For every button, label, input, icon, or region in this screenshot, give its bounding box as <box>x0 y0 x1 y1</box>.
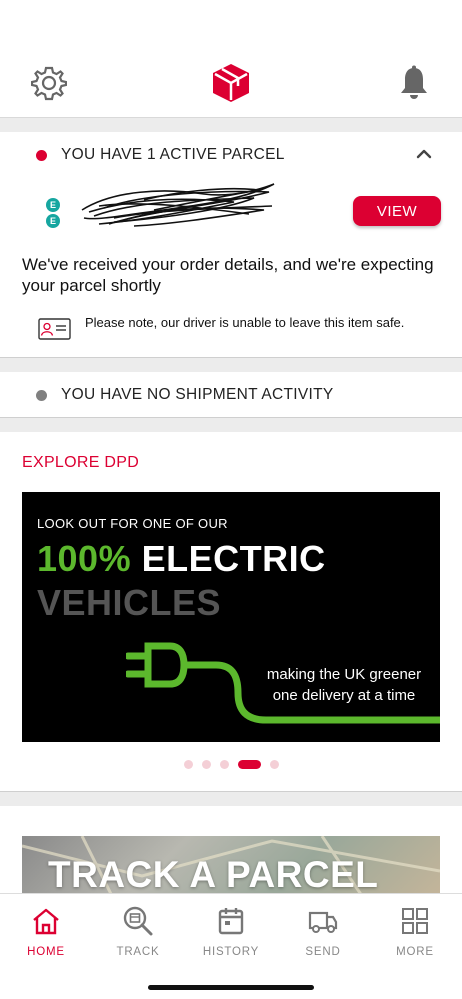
banner-highlight: 100% <box>37 538 132 579</box>
banner-tagline-1: making the UK greener <box>266 666 422 683</box>
carousel-dot[interactable] <box>219 760 229 769</box>
view-parcel-button[interactable]: VIEW <box>353 196 441 226</box>
banner-tagline-2: one delivery at a time <box>272 687 416 704</box>
status-dot <box>36 149 47 161</box>
carousel-dot[interactable] <box>183 760 193 769</box>
delivery-note-text: Please note, our driver is unable to lea… <box>85 315 405 330</box>
shipment-status-text: YOU HAVE NO SHIPMENT ACTIVITY <box>61 386 334 403</box>
active-parcel-card: YOU HAVE 1 ACTIVE PARCEL E E VIEW We've … <box>0 132 462 358</box>
tab-track[interactable]: TRACK <box>98 906 178 958</box>
tab-history-label: HISTORY <box>202 946 260 958</box>
explore-title: EXPLORE DPD <box>22 454 140 471</box>
banner-headline: 100% ELECTRIC <box>37 538 326 580</box>
banner-electric: ELECTRIC <box>141 538 326 579</box>
home-icon <box>33 908 59 935</box>
tab-history[interactable]: HISTORY <box>191 906 271 958</box>
carousel-indicator <box>0 760 462 769</box>
calendar-icon <box>218 908 244 935</box>
tab-track-label: TRACK <box>116 946 160 958</box>
electric-vehicles-banner[interactable]: LOOK OUT FOR ONE OF OUR 100% ELECTRIC VE… <box>22 492 440 742</box>
shipment-activity-card[interactable]: YOU HAVE NO SHIPMENT ACTIVITY <box>0 372 462 418</box>
section-gap <box>0 118 462 132</box>
delivery-note: Please note, our driver is unable to lea… <box>38 314 438 340</box>
dpd-logo <box>211 62 251 104</box>
banner-tagline: making the UK greener one delivery at a … <box>254 664 434 706</box>
ee-letter: E <box>46 214 60 228</box>
carousel-dot[interactable] <box>201 760 211 769</box>
bell-icon <box>401 65 427 99</box>
bottom-tab-bar: HOME TRACK HISTORY SEND MORE <box>0 893 462 999</box>
van-icon <box>308 911 338 933</box>
tab-send-label: SEND <box>305 946 341 958</box>
app-header <box>0 0 462 118</box>
home-indicator[interactable] <box>148 985 314 990</box>
carousel-dot-active[interactable] <box>237 760 261 769</box>
tab-send[interactable]: SEND <box>283 906 363 958</box>
active-parcel-status-text: YOU HAVE 1 ACTIVE PARCEL <box>61 146 285 163</box>
redacted-scribble <box>81 183 275 227</box>
carousel-dot[interactable] <box>269 760 279 769</box>
tab-home-label: HOME <box>27 946 65 958</box>
order-message: We've received your order details, and w… <box>22 255 434 295</box>
ee-carrier-logo: E E <box>46 198 62 228</box>
gear-icon <box>31 66 67 101</box>
section-gap <box>0 418 462 432</box>
section-gap <box>0 358 462 372</box>
tab-home[interactable]: HOME <box>6 906 86 958</box>
tab-more[interactable]: MORE <box>375 906 455 958</box>
status-dot <box>36 389 47 401</box>
track-icon <box>123 906 153 936</box>
section-gap <box>0 792 462 806</box>
active-parcel-status[interactable]: YOU HAVE 1 ACTIVE PARCEL <box>36 146 285 164</box>
track-parcel-banner[interactable]: TRACK A PARCEL <box>22 836 440 896</box>
ee-letter: E <box>46 198 60 212</box>
id-card-icon <box>38 318 71 340</box>
banner-vehicles: VEHICLES <box>37 582 222 623</box>
banner-intro: LOOK OUT FOR ONE OF OUR <box>37 516 228 531</box>
track-parcel-text: TRACK A PARCEL <box>48 854 379 895</box>
explore-section: EXPLORE DPD LOOK OUT FOR ONE OF OUR 100%… <box>0 432 462 792</box>
grid-icon <box>402 908 428 934</box>
tab-more-label: MORE <box>396 946 434 958</box>
shipment-status: YOU HAVE NO SHIPMENT ACTIVITY <box>36 386 334 404</box>
notifications-button[interactable] <box>395 64 433 102</box>
chevron-up-icon[interactable] <box>416 146 432 162</box>
settings-button[interactable] <box>30 64 68 102</box>
